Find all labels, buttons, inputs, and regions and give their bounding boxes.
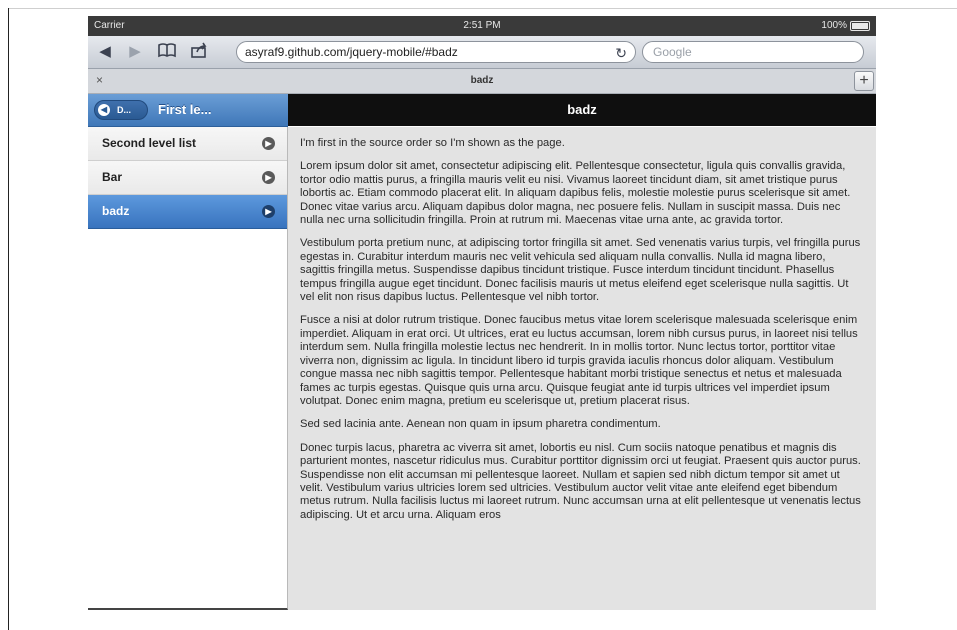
status-bar: Carrier 2:51 PM 100% [88,16,876,36]
paragraph: Vestibulum porta pretium nunc, at adipis… [300,237,861,304]
chevron-right-icon: ▶ [262,171,275,184]
left-panel-title: First le... [158,102,212,117]
list-item-bar[interactable]: Bar ▶ [88,161,287,195]
url-text: asyraf9.github.com/jquery-mobile/#badz [245,45,458,59]
paragraph: Donec turpis lacus, pharetra ac viverra … [300,441,861,521]
header-back-button[interactable]: ◀ D... [94,100,148,120]
list-item-label: badz [102,204,130,218]
paragraph: Lorem ipsum dolor sit amet, consectetur … [300,160,851,227]
bookmarks-icon[interactable] [156,42,178,62]
chevron-right-icon: ▶ [262,205,275,218]
battery-status: 100% [821,20,870,31]
main-header: badz [288,94,876,126]
back-arrow-icon: ◀ [98,104,110,116]
url-input[interactable]: asyraf9.github.com/jquery-mobile/#badz ↻ [236,41,636,63]
list-item-second-level[interactable]: Second level list ▶ [88,127,287,161]
forward-arrow-icon[interactable]: ▶ [124,42,146,62]
ipad-screen: Carrier 2:51 PM 100% ◀ ▶ asyraf9.github.… [88,16,876,610]
reload-icon[interactable]: ↻ [615,43,627,63]
paragraph: I'm first in the source order so I'm sho… [300,137,565,149]
page-title: badz [567,102,597,117]
browser-toolbar: ◀ ▶ asyraf9.github.com/jquery-mobile/#ba… [88,36,876,69]
clock: 2:51 PM [463,20,501,31]
back-arrow-icon[interactable]: ◀ [94,42,116,62]
frame-left-border [8,8,9,630]
paragraph: Sed sed lacinia ante. Aenean non quam in… [300,418,661,431]
tab-title[interactable]: badz [88,75,876,86]
share-icon[interactable] [188,42,210,62]
frame-top-border [8,8,957,9]
search-input[interactable]: Google [642,41,864,63]
tab-bar: × badz + [88,69,876,94]
list-item-badz[interactable]: badz ▶ [88,195,287,229]
new-tab-button[interactable]: + [854,71,874,91]
battery-percent: 100% [821,20,847,31]
battery-icon [850,20,870,31]
content-area: I'm first in the source order so I'm sho… [288,127,876,610]
chevron-right-icon: ▶ [262,137,275,150]
left-list: Second level list ▶ Bar ▶ badz ▶ [88,127,288,610]
list-item-label: Bar [102,170,123,184]
paragraph: Fusce a nisi at dolor rutrum tristique. … [300,314,858,407]
left-panel-header: ◀ D... First le... [88,94,288,127]
back-button-label: D... [117,105,132,115]
list-item-label: Second level list [102,136,197,150]
